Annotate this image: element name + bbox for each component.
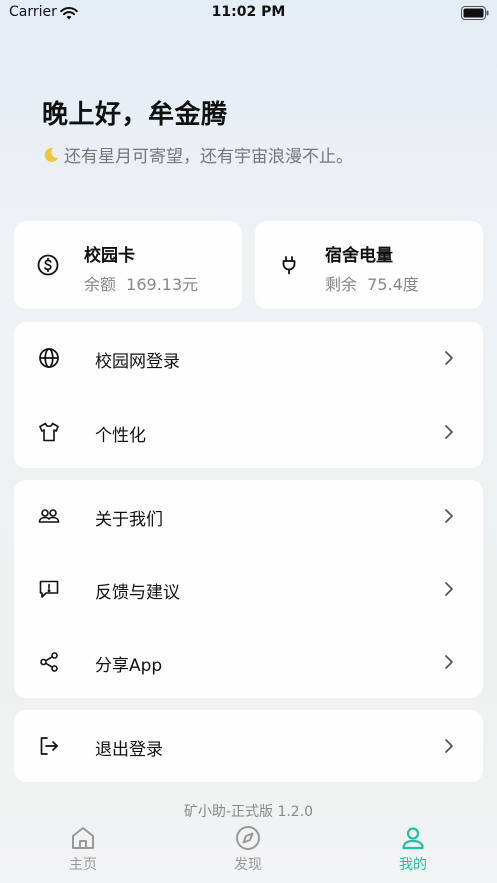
dorm-power-remaining: 剩余 75.4度 (325, 275, 419, 294)
chevron-right-icon (443, 653, 455, 671)
logout-icon (37, 734, 61, 758)
chevron-right-icon (443, 507, 455, 525)
chevron-right-icon (443, 737, 455, 755)
greeting-subtitle-text: 还有星月可寄望，还有宇宙浪漫不止。 (64, 147, 353, 167)
home-icon (72, 827, 94, 849)
feedback-icon (37, 577, 61, 601)
tab-label: 主页 (69, 857, 97, 873)
tab-label: 发现 (234, 857, 262, 873)
menu-group-network: 校园网登录 个性化 (14, 322, 483, 468)
tab-discover[interactable]: 发现 (198, 824, 298, 874)
dollar-circle-icon (36, 253, 60, 277)
user-icon (402, 827, 424, 850)
dorm-power-title: 宿舍电量 (325, 246, 393, 266)
menu-item-about-us[interactable]: 关于我们 (14, 480, 483, 552)
app-version: 矿小助-正式版 1.2.0 (183, 804, 314, 820)
menu-item-logout[interactable]: 退出登录 (14, 710, 483, 782)
greeting-subtitle: 还有星月可寄望，还有宇宙浪漫不止。 (42, 142, 353, 167)
menu-item-personalization[interactable]: 个性化 (14, 396, 483, 468)
menu-label: 分享App (95, 656, 163, 676)
menu-label: 反馈与建议 (95, 583, 180, 603)
menu-label: 校园网登录 (95, 352, 180, 372)
globe-icon (37, 346, 61, 370)
tab-mine[interactable]: 我的 (363, 824, 463, 874)
menu-label: 关于我们 (95, 510, 163, 530)
tab-bar: 主页 发现 我的 (0, 820, 497, 883)
share-icon (37, 650, 61, 674)
tab-home[interactable]: 主页 (33, 824, 133, 874)
dorm-power-tile[interactable]: 宿舍电量 剩余 75.4度 (255, 221, 483, 309)
greeting-title: 晚上好，牟金腾 (42, 100, 228, 130)
users-icon (37, 504, 61, 528)
menu-group-about: 关于我们 反馈与建议 分享App (14, 480, 483, 698)
menu-item-campus-network-login[interactable]: 校园网登录 (14, 322, 483, 394)
chevron-right-icon (443, 423, 455, 441)
menu-label: 退出登录 (95, 740, 163, 760)
menu-label: 个性化 (95, 426, 146, 446)
campus-card-balance: 余额 169.13元 (84, 275, 199, 294)
status-bar: Carrier 11:02 PM (0, 0, 497, 28)
chevron-right-icon (443, 349, 455, 367)
tab-label: 我的 (399, 857, 427, 873)
menu-item-feedback[interactable]: 反馈与建议 (14, 553, 483, 625)
plug-icon (277, 253, 301, 277)
campus-card-tile[interactable]: 校园卡 余额 169.13元 (14, 221, 242, 309)
battery-icon (461, 5, 489, 24)
campus-card-title: 校园卡 (84, 246, 135, 266)
tshirt-icon (37, 420, 61, 444)
moon-icon (42, 146, 60, 164)
chevron-right-icon (443, 580, 455, 598)
menu-item-share-app[interactable]: 分享App (14, 626, 483, 698)
clock: 11:02 PM (211, 4, 286, 20)
compass-icon (236, 826, 260, 850)
menu-group-logout: 退出登录 (14, 710, 483, 782)
